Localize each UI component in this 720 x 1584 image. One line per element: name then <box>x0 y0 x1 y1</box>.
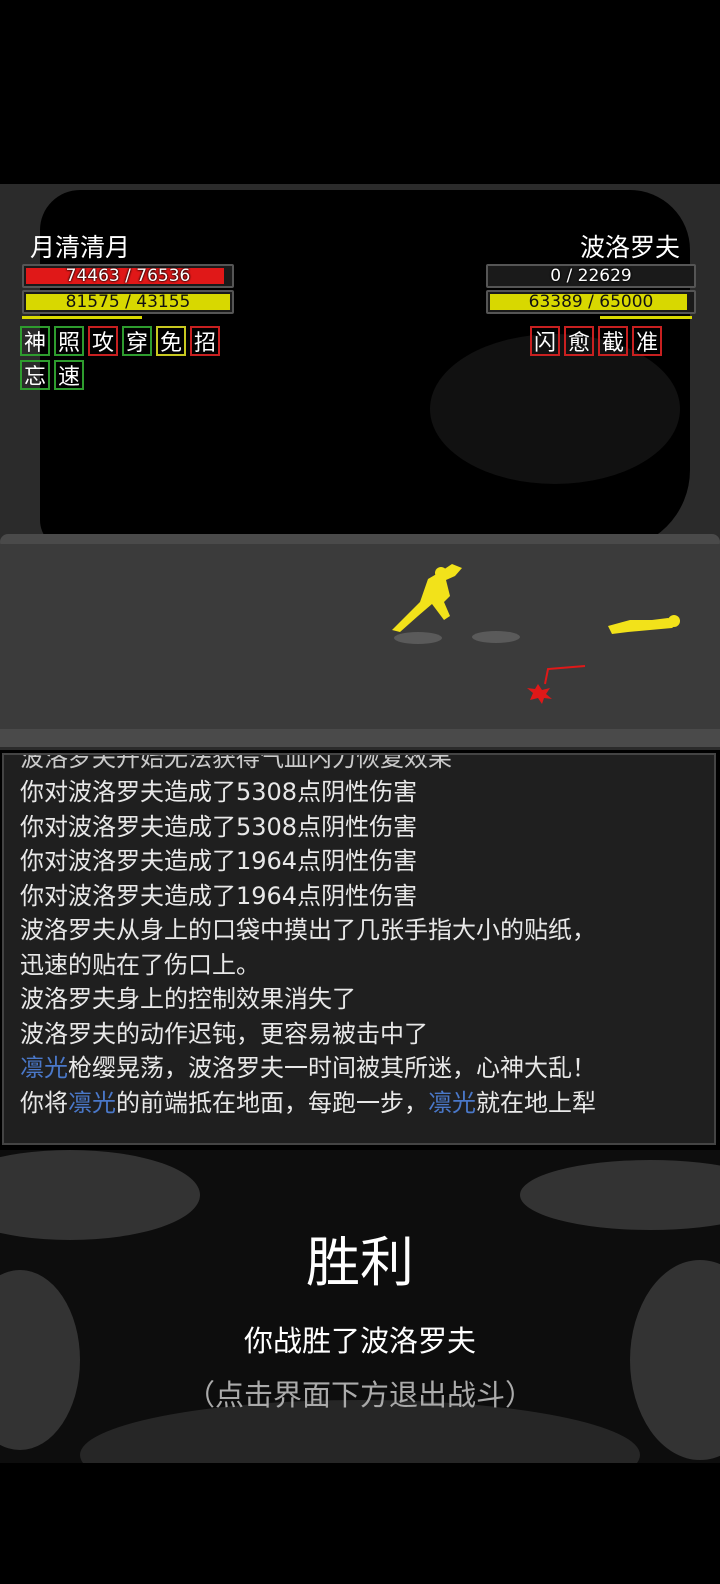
log-text: 枪缨晃荡，波洛罗夫一时间被其所迷，心神大乱！ <box>68 1054 596 1082</box>
log-line: 你对波洛罗夫造成了1964点阴性伤害 <box>20 879 417 913</box>
log-text: 波洛罗夫从身上的口袋中摸出了几张手指大小的贴纸， <box>20 916 596 944</box>
log-text: 波洛罗夫身上的控制效果消失了 <box>20 985 356 1013</box>
log-line: 波洛罗夫身上的控制效果消失了 <box>20 982 356 1016</box>
log-text: 的前端抵在地面，每跑一步， <box>116 1088 428 1117</box>
result-panel[interactable] <box>0 1150 720 1463</box>
log-text: 你对波洛罗夫造成了1964点阴性伤害 <box>20 847 418 875</box>
log-text: 就在地上犁 <box>476 1088 596 1117</box>
log-text: 迅速的贴在了伤口上。 <box>20 950 260 979</box>
enemy-shadow <box>472 631 520 643</box>
enemy-debuff-tag[interactable]: 准 <box>632 326 662 356</box>
player-mp-text: 81575 / 43155 <box>65 292 191 312</box>
player-buff-tag[interactable]: 照 <box>54 326 84 356</box>
player-buff-tag[interactable]: 穿 <box>122 326 152 356</box>
enemy-debuff-tag[interactable]: 闪 <box>530 326 560 356</box>
enemy-mp-text: 63389 / 65000 <box>528 292 654 312</box>
log-line: 你对波洛罗夫造成了5308点阴性伤害 <box>20 810 417 844</box>
enemy-hp-text: 0 / 22629 <box>550 266 632 286</box>
log-line: 凛光枪缨晃荡，波洛罗夫一时间被其所迷，心神大乱！ <box>20 1051 596 1085</box>
log-line: 波洛罗夫从身上的口袋中摸出了几张手指大小的贴纸， <box>20 913 596 947</box>
player-mp-underline <box>22 316 142 319</box>
bottom-letterbox[interactable] <box>0 1463 720 1584</box>
player-hp-bar: 74463 / 76536 <box>22 264 234 288</box>
player-mp-bar: 81575 / 43155 <box>22 290 234 314</box>
log-line: 你对波洛罗夫造成了5308点阴性伤害 <box>20 775 417 809</box>
log-line-partial: 波洛罗夫开始无法获得气血内力恢复效果 <box>20 753 452 772</box>
weapon-name: 凛光 <box>20 1054 68 1082</box>
log-text: 你对波洛罗夫造成了1964点阴性伤害 <box>20 881 418 910</box>
player-hp-text: 74463 / 76536 <box>65 266 191 286</box>
enemy-mp-bar: 63389 / 65000 <box>486 290 696 314</box>
enemy-mp-underline <box>600 316 692 319</box>
enemy-debuff-list: 闪愈截准 <box>530 326 700 356</box>
smoke-decoration <box>0 1270 80 1450</box>
player-buff-tag[interactable]: 忘 <box>20 360 50 390</box>
player-buff-list: 神照攻穿免招忘速 <box>20 326 240 390</box>
victory-subtitle: 你战胜了波洛罗夫 <box>243 1324 476 1358</box>
log-line: 波洛罗夫的动作迟钝，更容易被击中了 <box>20 1017 428 1051</box>
log-text: 你将 <box>20 1088 68 1117</box>
spear-weapon <box>544 665 586 685</box>
player-buff-tag[interactable]: 招 <box>190 326 220 356</box>
player-buff-tag[interactable]: 神 <box>20 326 50 356</box>
enemy-debuff-tag[interactable]: 愈 <box>564 326 594 356</box>
log-line: 你对波洛罗夫造成了1964点阴性伤害 <box>20 844 417 878</box>
player-name: 月清清月 <box>30 233 131 262</box>
enemy-debuff-tag[interactable]: 截 <box>598 326 628 356</box>
log-text: 波洛罗夫的动作迟钝，更容易被击中了 <box>20 1019 428 1048</box>
player-figure <box>392 564 462 632</box>
player-buff-tag[interactable]: 速 <box>54 360 84 390</box>
combat-log[interactable]: 波洛罗夫开始无法获得气血内力恢复效果 你对波洛罗夫造成了5308点阴性伤害 你对波… <box>2 753 716 1145</box>
enemy-name: 波洛罗夫 <box>580 233 681 262</box>
player-shadow <box>394 632 442 644</box>
top-letterbox <box>0 0 720 184</box>
player-buff-tag[interactable]: 免 <box>156 326 186 356</box>
defeated-enemy-figure <box>608 615 680 634</box>
exit-hint[interactable]: （点击界面下方退出战斗） <box>0 1372 720 1414</box>
log-text: 你对波洛罗夫造成了5308点阴性伤害 <box>20 778 418 806</box>
victory-title: 胜利 <box>306 1231 414 1294</box>
log-line: 你将凛光的前端抵在地面，每跑一步，凛光就在地上犁 <box>20 1086 596 1120</box>
log-text: 你对波洛罗夫造成了5308点阴性伤害 <box>20 812 418 841</box>
player-buff-tag[interactable]: 攻 <box>88 326 118 356</box>
weapon-name: 凛光 <box>68 1088 116 1117</box>
weapon-name: 凛光 <box>428 1088 476 1117</box>
blood-splash <box>527 684 552 704</box>
enemy-hp-bar: 0 / 22629 <box>486 264 696 288</box>
log-line: 迅速的贴在了伤口上。 <box>20 948 260 982</box>
